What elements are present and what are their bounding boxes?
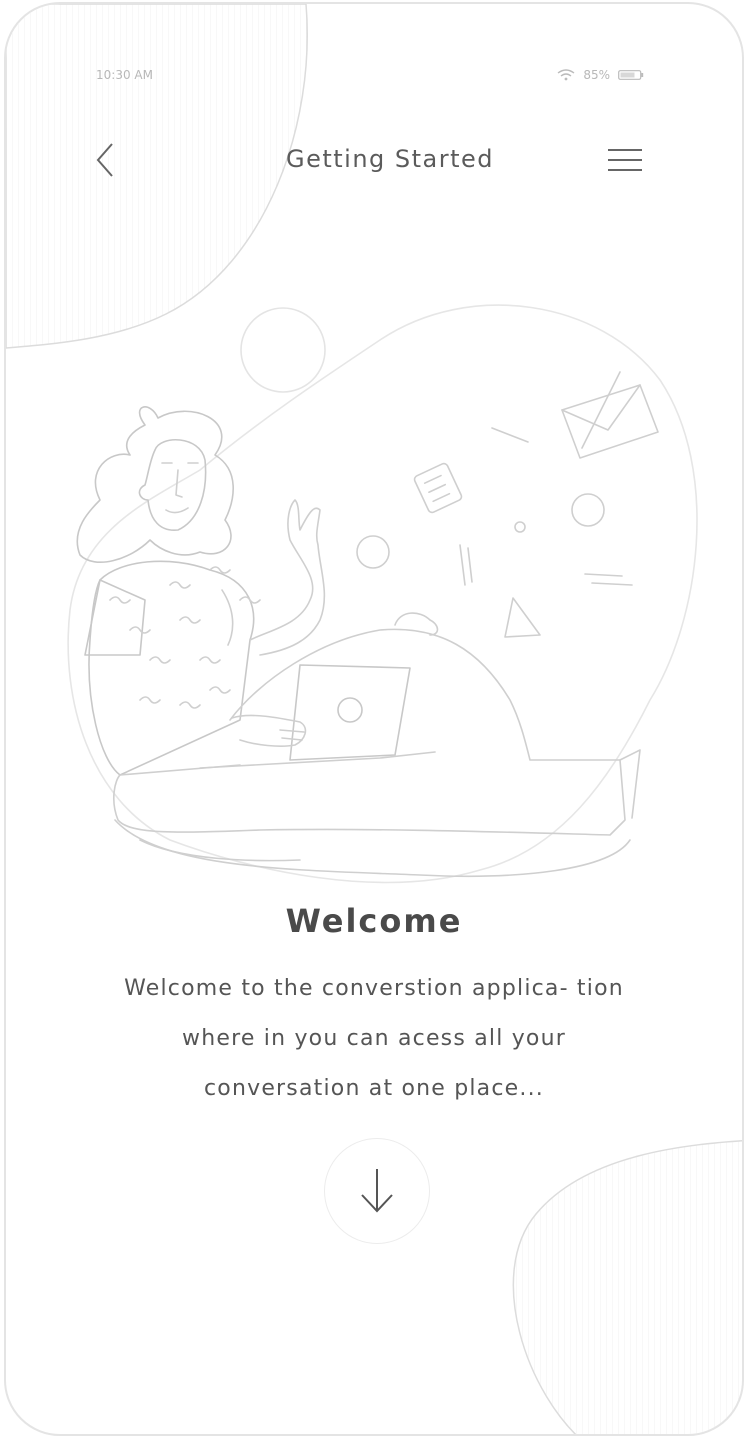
status-bar: 10:30 AM 85%: [96, 68, 644, 84]
next-button[interactable]: [324, 1138, 430, 1244]
wifi-icon: [557, 69, 575, 81]
welcome-heading: Welcome: [285, 902, 463, 940]
hamburger-menu-icon: [608, 149, 642, 171]
woman-with-laptop-illustration: [67, 304, 698, 884]
menu-button[interactable]: [606, 146, 644, 174]
battery-icon: [618, 70, 644, 80]
battery-percent: 85%: [583, 68, 610, 82]
chevron-left-icon: [96, 143, 113, 177]
welcome-description: Welcome to the converstion applica- tion…: [124, 976, 624, 1101]
bottom-right-blob: [512, 1140, 742, 1434]
status-right: 85%: [557, 68, 644, 82]
status-time: 10:30 AM: [96, 68, 153, 82]
back-button[interactable]: [88, 140, 124, 180]
page-title: Getting Started: [285, 145, 495, 173]
arrow-down-icon: [361, 1169, 393, 1213]
